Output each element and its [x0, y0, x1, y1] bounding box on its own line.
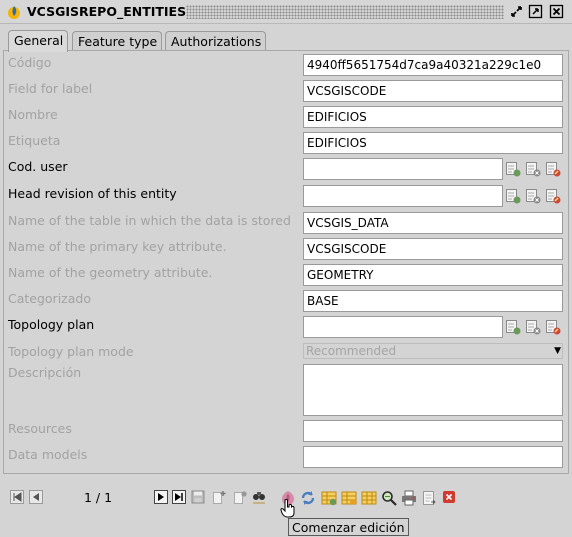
table-operations-icon[interactable] [341, 490, 357, 506]
new-record-icon[interactable] [212, 490, 226, 504]
next-record-icon[interactable] [154, 490, 168, 504]
edit-record-icon[interactable] [545, 319, 561, 335]
window-title: VCSGISREPO_ENTITIES [27, 4, 193, 19]
title-bar-grip[interactable] [186, 5, 504, 19]
close-icon[interactable] [549, 4, 564, 19]
head-revision-label: Head revision of this entity [8, 186, 177, 201]
previous-record-icon[interactable] [29, 490, 43, 504]
geometry-attribute-label: Name of the geometry attribute. [8, 265, 213, 280]
edit-record-icon[interactable] [545, 188, 561, 204]
codigo-label: Código [8, 55, 52, 70]
nombre-label: Nombre [8, 107, 58, 122]
descripcion-textarea[interactable] [303, 364, 563, 416]
topology-plan-mode-label: Topology plan mode [8, 344, 134, 359]
table-view-icon[interactable] [361, 490, 377, 506]
start-editing-tooltip: Comenzar edición [288, 518, 409, 536]
tab-authorizations[interactable]: Authorizations [165, 31, 267, 51]
add-to-table-icon[interactable] [321, 490, 337, 506]
data-models-label: Data models [8, 447, 88, 462]
topology-plan-mode-select[interactable]: Recommended ▼ [303, 343, 563, 359]
field-for-label-label: Field for label [8, 81, 93, 96]
export-document-icon[interactable] [421, 490, 437, 506]
descripcion-label: Descripción [8, 365, 82, 380]
tab-feature-type[interactable]: Feature type [72, 31, 163, 51]
hand-cursor-icon [280, 498, 295, 518]
resources-field[interactable] [303, 420, 563, 442]
delete-record-icon[interactable] [233, 490, 247, 504]
categorizado-label: Categorizado [8, 291, 91, 306]
topology-plan-mode-value: Recommended [306, 344, 397, 358]
field-for-label-field[interactable]: VCSGISCODE [303, 80, 563, 102]
topology-plan-field[interactable] [303, 316, 503, 338]
resources-label: Resources [8, 421, 72, 436]
select-record-icon[interactable] [505, 161, 521, 177]
clear-field-icon[interactable] [525, 188, 541, 204]
close-form-icon[interactable] [442, 490, 456, 504]
select-record-icon[interactable] [505, 319, 521, 335]
tab-general[interactable]: General [8, 30, 69, 52]
edit-record-icon[interactable] [545, 161, 561, 177]
clear-field-icon[interactable] [525, 161, 541, 177]
gvsig-logo-icon [8, 6, 20, 19]
topology-plan-label: Topology plan [8, 317, 95, 332]
codigo-field[interactable]: 4940ff5651754d7ca9a40321a229c1e0 [303, 54, 563, 76]
search-records-icon[interactable] [252, 490, 266, 504]
table-name-field[interactable]: VCSGIS_DATA [303, 212, 563, 234]
categorizado-field[interactable]: BASE [303, 290, 563, 312]
select-record-icon[interactable] [505, 188, 521, 204]
chevron-down-icon[interactable]: ▼ [554, 344, 561, 358]
first-record-icon[interactable] [10, 490, 24, 504]
cod-user-field[interactable] [303, 158, 503, 180]
clear-field-icon[interactable] [525, 319, 541, 335]
nombre-field[interactable]: EDIFICIOS [303, 106, 563, 128]
refresh-icon[interactable] [300, 490, 316, 506]
save-icon[interactable] [191, 490, 205, 504]
data-models-field[interactable] [303, 446, 563, 468]
maximize-icon[interactable] [528, 4, 543, 19]
etiqueta-field[interactable]: EDIFICIOS [303, 132, 563, 154]
pk-attribute-label: Name of the primary key attribute. [8, 239, 227, 254]
etiqueta-label: Etiqueta [8, 133, 61, 148]
record-position: 1 / 1 [84, 490, 113, 505]
cod-user-label: Cod. user [8, 159, 68, 174]
print-icon[interactable] [401, 490, 417, 506]
title-bar: VCSGISREPO_ENTITIES [0, 0, 572, 24]
table-name-label: Name of the table in which the data is s… [8, 213, 291, 228]
zoom-to-icon[interactable] [381, 490, 397, 506]
head-revision-field[interactable] [303, 185, 503, 207]
geometry-attribute-field[interactable]: GEOMETRY [303, 264, 563, 286]
restore-icon[interactable] [509, 4, 524, 19]
pk-attribute-field[interactable]: VCSGISCODE [303, 238, 563, 260]
last-record-icon[interactable] [172, 490, 186, 504]
